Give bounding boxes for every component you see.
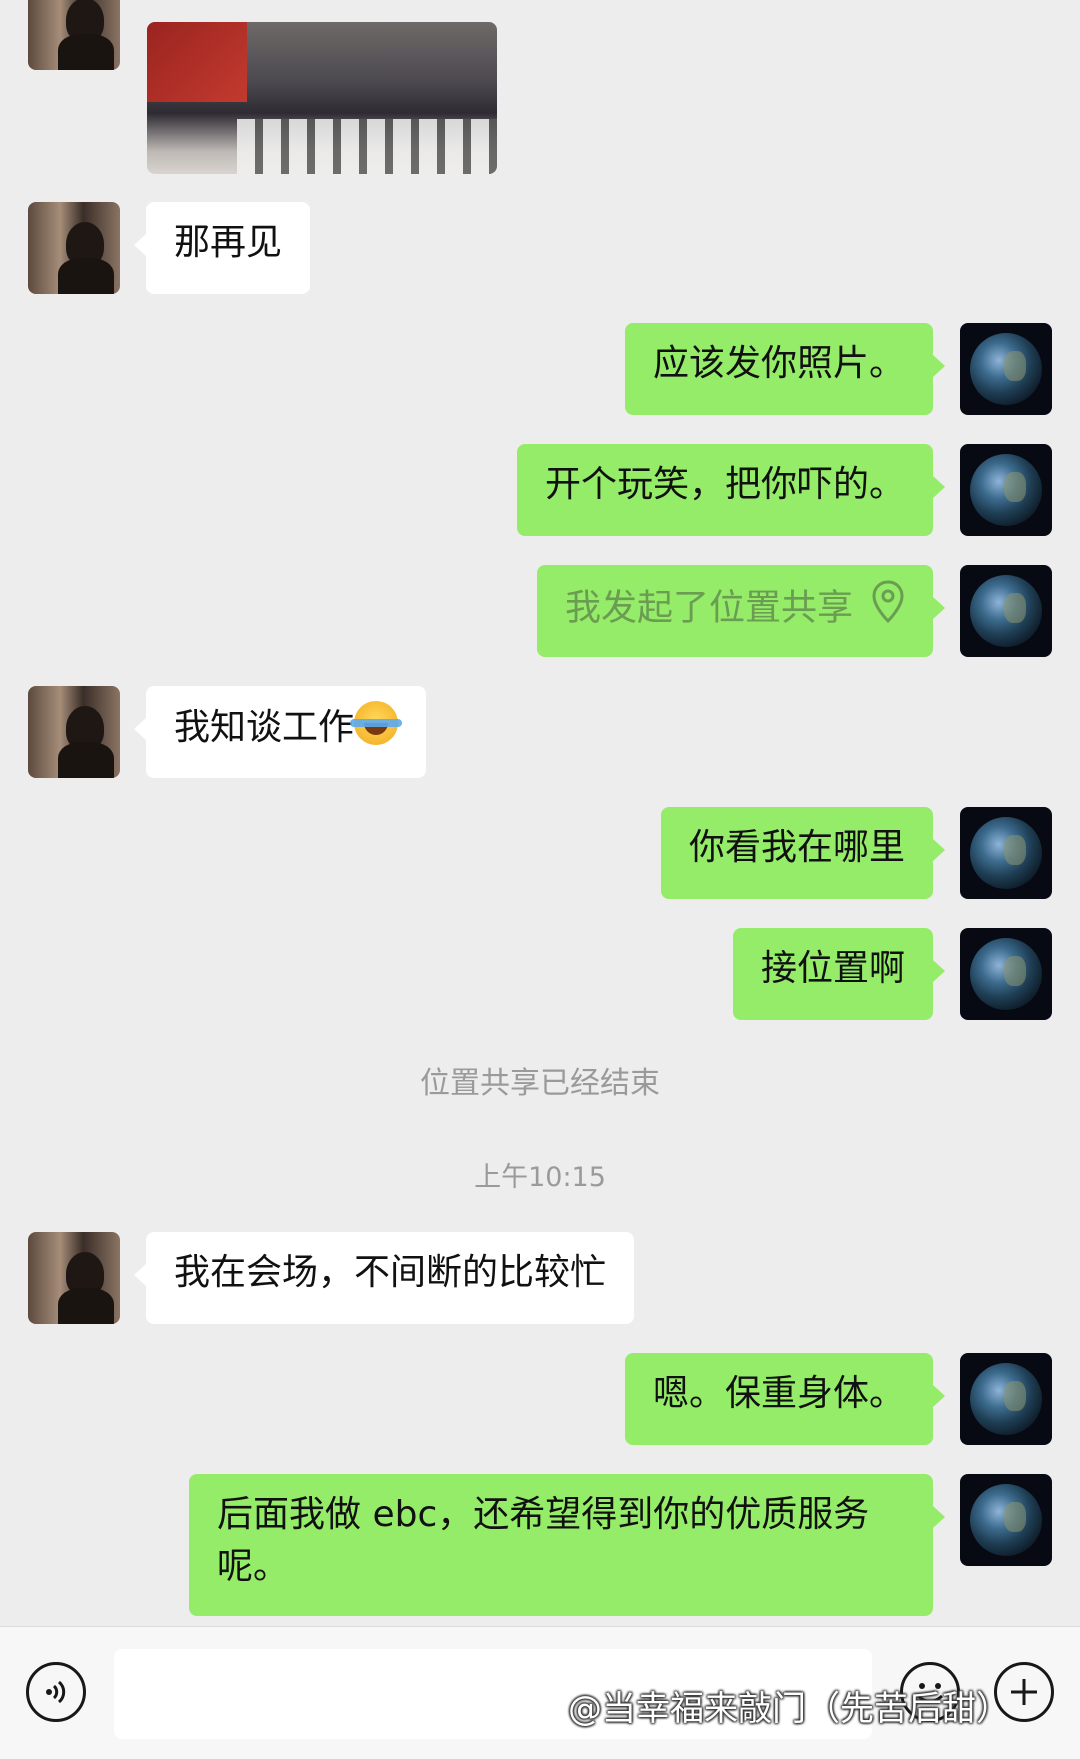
message-bubble-received[interactable]: 那再见 — [133, 202, 311, 294]
my-avatar[interactable] — [960, 928, 1052, 1020]
my-avatar[interactable] — [960, 1353, 1052, 1445]
watermark-text: @当幸福来敲门（先苦后甜） — [568, 1689, 1010, 1729]
earth-avatar-image — [970, 333, 1042, 405]
my-avatar[interactable] — [960, 807, 1052, 899]
image-message[interactable] — [147, 22, 497, 174]
photo-screen — [147, 22, 247, 102]
earth-avatar-image — [970, 575, 1042, 647]
message-bubble-sent[interactable]: 开个玩笑，把你吓的。 — [516, 444, 946, 536]
earth-avatar-image — [970, 817, 1042, 889]
contact-avatar[interactable] — [28, 686, 120, 778]
earth-avatar-image — [970, 1484, 1042, 1556]
my-avatar[interactable] — [960, 444, 1052, 536]
contact-avatar[interactable] — [28, 202, 120, 294]
my-avatar[interactable] — [960, 323, 1052, 415]
input-bar: @当幸福来敲门（先苦后甜） — [0, 1626, 1080, 1759]
contact-avatar[interactable] — [28, 1232, 120, 1324]
my-avatar[interactable] — [960, 1474, 1052, 1566]
earth-avatar-image — [970, 1363, 1042, 1435]
message-bubble-sent[interactable]: 后面我做 ebc，还希望得到你的优质服务呢。 — [189, 1474, 945, 1616]
message-bubble-sent[interactable]: 嗯。保重身体。 — [624, 1353, 946, 1445]
contact-avatar[interactable] — [28, 0, 120, 70]
tears-of-joy-emoji-icon — [350, 701, 403, 745]
chat-area[interactable]: 那再见 应该发你照片。 开个玩笑，把你吓的。 我发起了位置共享 我知谈工作 你看… — [0, 0, 1080, 1626]
message-bubble-sent[interactable]: 应该发你照片。 — [624, 323, 946, 415]
message-bubble-received[interactable]: 我在会场，不间断的比较忙 — [133, 1232, 635, 1324]
location-share-bubble[interactable]: 我发起了位置共享 — [536, 565, 946, 657]
message-bubble-received[interactable]: 我知谈工作 — [133, 686, 427, 778]
earth-avatar-image — [970, 938, 1042, 1010]
my-avatar[interactable] — [960, 565, 1052, 657]
earth-avatar-image — [970, 454, 1042, 526]
message-bubble-sent[interactable]: 接位置啊 — [732, 928, 946, 1020]
voice-icon[interactable] — [26, 1662, 86, 1722]
system-message: 位置共享已经结束 — [420, 1066, 660, 1101]
location-share-label: 我发起了位置共享 — [564, 587, 853, 629]
timestamp: 上午10:15 — [474, 1162, 606, 1193]
location-pin-icon — [871, 580, 905, 639]
photo-chairs — [237, 119, 497, 174]
message-bubble-sent[interactable]: 你看我在哪里 — [660, 807, 946, 899]
message-text: 我知谈工作 — [174, 707, 355, 748]
